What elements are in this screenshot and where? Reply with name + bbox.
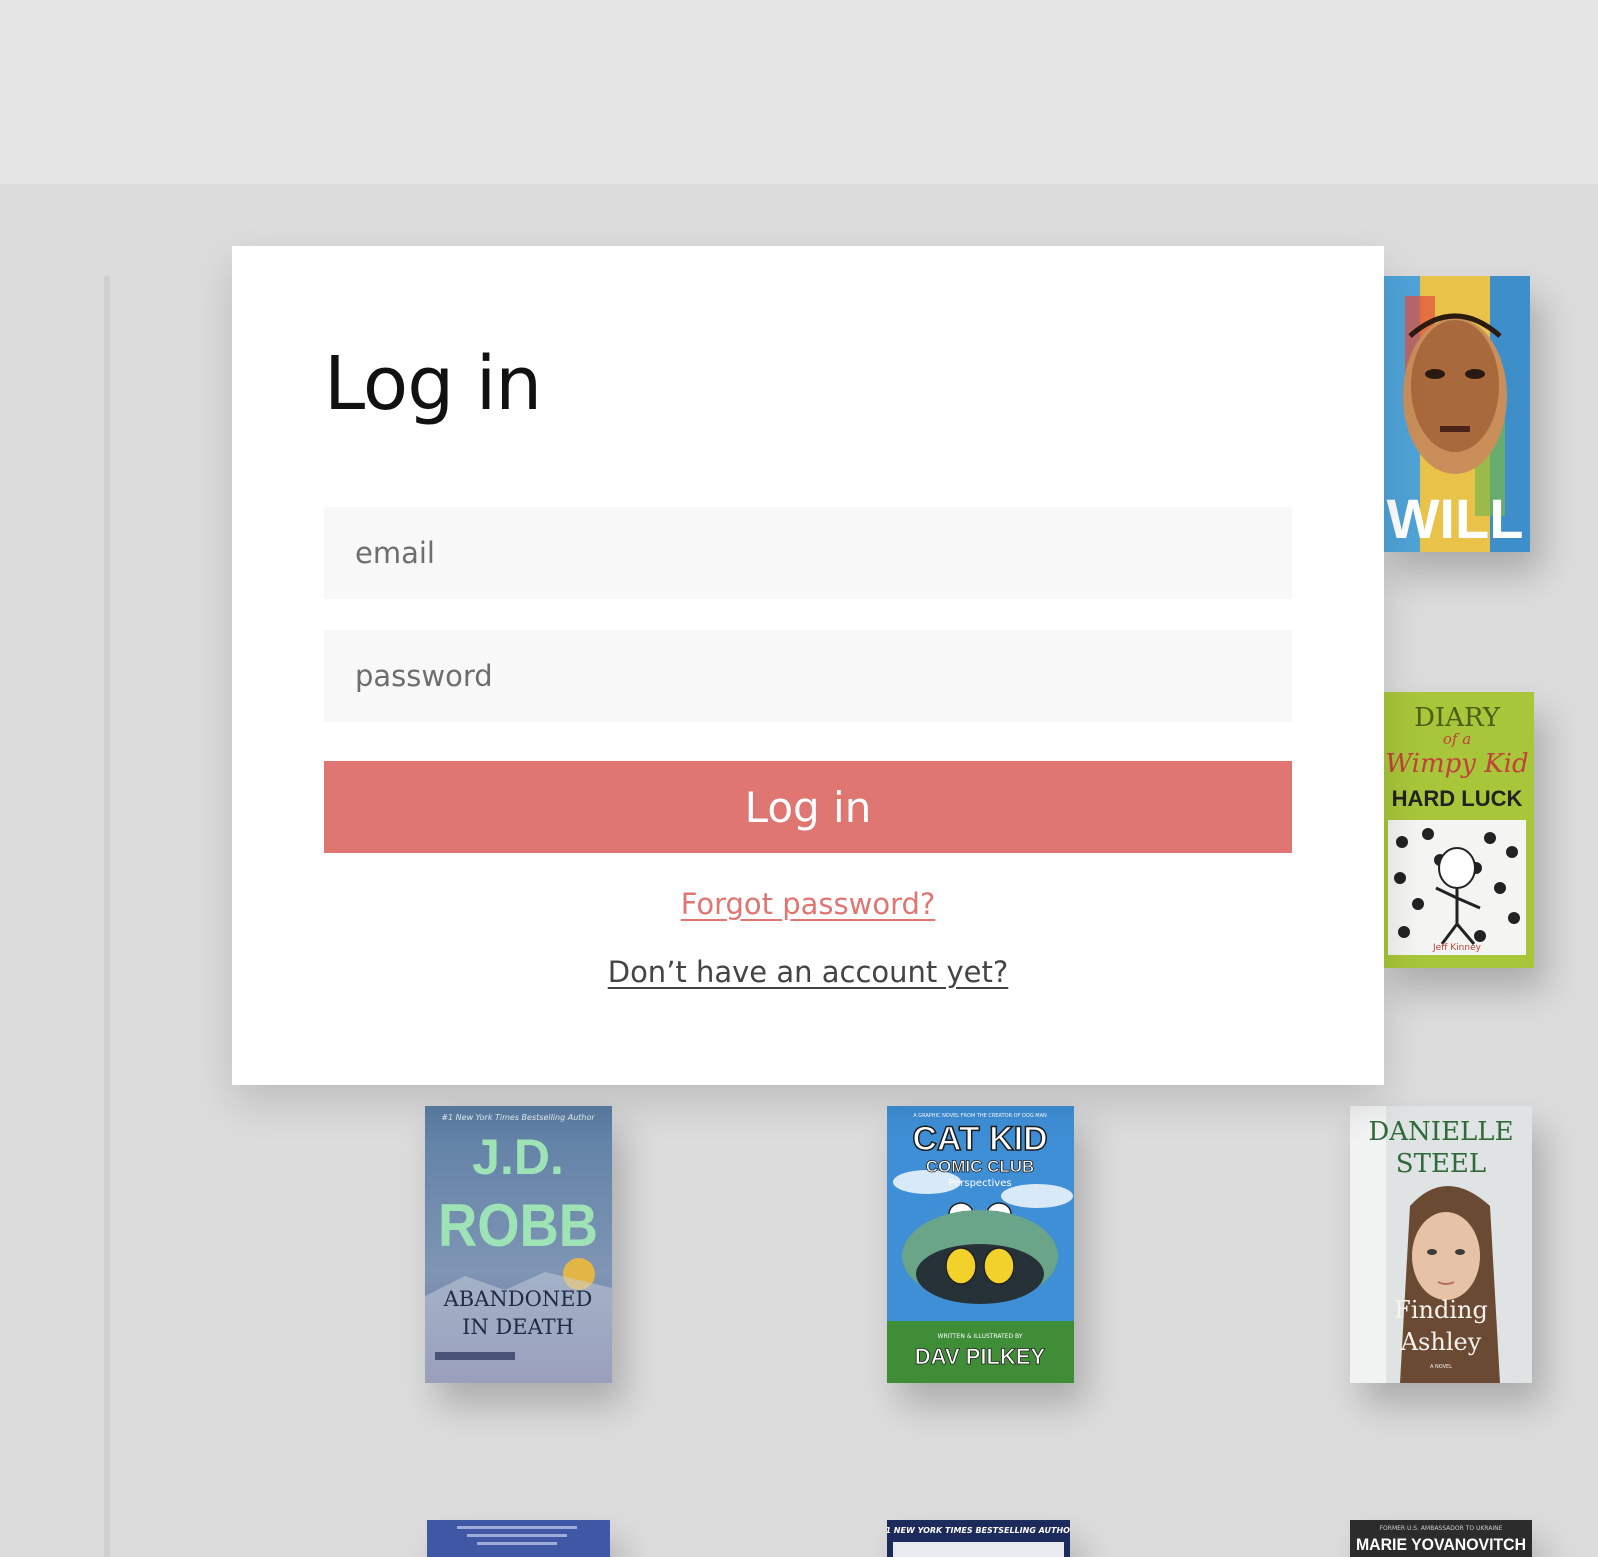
book-title-line2: COMIC CLUB bbox=[926, 1157, 1035, 1176]
book-banner: A GRAPHIC NOVEL FROM THE CREATOR OF DOG … bbox=[913, 1113, 1047, 1119]
book-subtitle: Perspectives bbox=[948, 1178, 1011, 1189]
book-cover-jd-robb[interactable]: #1 New York Times Bestselling Author J.D… bbox=[425, 1106, 612, 1383]
book-title-line2: of a bbox=[1443, 730, 1471, 748]
login-button[interactable]: Log in bbox=[324, 761, 1292, 853]
signup-link[interactable]: Don’t have an account yet? bbox=[232, 955, 1384, 989]
book-note: A NOVEL bbox=[1430, 1364, 1452, 1370]
sidebar-divider bbox=[104, 276, 110, 1557]
book-author: DAV PILKEY bbox=[915, 1344, 1046, 1369]
book-title-text: WILL bbox=[1387, 487, 1524, 550]
book-title-line2: Ashley bbox=[1400, 1328, 1482, 1356]
email-input[interactable] bbox=[324, 507, 1292, 599]
top-header-bar bbox=[0, 0, 1598, 184]
book-cover-cat-kid[interactable]: A GRAPHIC NOVEL FROM THE CREATOR OF DOG … bbox=[887, 1106, 1074, 1383]
book-author-line1: DANIELLE bbox=[1368, 1117, 1513, 1147]
forgot-password-link[interactable]: Forgot password? bbox=[232, 887, 1384, 921]
modal-title: Log in bbox=[324, 341, 542, 427]
book-title-line1: Finding bbox=[1394, 1296, 1488, 1324]
book-cover-bottom-left[interactable] bbox=[427, 1520, 610, 1557]
book-cover-wimpy-kid[interactable]: DIARY of a Wimpy Kid HARD LUCK Jeff Kinn… bbox=[1380, 692, 1534, 968]
book-banner: #1 NEW YORK TIMES BESTSELLING AUTHOR bbox=[887, 1526, 1070, 1535]
book-author: Jeff Kinney bbox=[1432, 943, 1482, 953]
book-cover-danielle-steel[interactable]: DANIELLE STEEL Finding Ashley A NOVEL bbox=[1350, 1106, 1532, 1383]
book-title-line2: IN DEATH bbox=[462, 1315, 574, 1339]
book-author: MARIE YOVANOVITCH bbox=[1356, 1535, 1526, 1554]
book-title-line1: ABANDONED bbox=[443, 1287, 593, 1311]
book-banner: FORMER U.S. AMBASSADOR TO UKRAINE bbox=[1380, 1525, 1503, 1532]
book-author-line2: ROBB bbox=[438, 1192, 598, 1259]
book-subtitle: HARD LUCK bbox=[1392, 786, 1523, 811]
password-input[interactable] bbox=[324, 630, 1292, 722]
login-modal: Log in Log in Forgot password? Don’t hav… bbox=[232, 246, 1384, 1085]
book-cover-bottom-middle[interactable]: #1 NEW YORK TIMES BESTSELLING AUTHOR bbox=[887, 1520, 1070, 1557]
book-cover-bottom-right[interactable]: FORMER U.S. AMBASSADOR TO UKRAINE MARIE … bbox=[1350, 1520, 1532, 1557]
book-title-line1: CAT KID bbox=[912, 1120, 1047, 1158]
book-banner: #1 New York Times Bestselling Author bbox=[441, 1113, 595, 1122]
book-title-line1: DIARY bbox=[1414, 703, 1501, 733]
book-title-line3: Wimpy Kid bbox=[1385, 749, 1528, 779]
book-cover-will[interactable]: WILL bbox=[1380, 276, 1530, 552]
book-author-line1: J.D. bbox=[472, 1129, 564, 1185]
book-credit: WRITTEN & ILLUSTRATED BY bbox=[938, 1333, 1023, 1340]
book-author-line2: STEEL bbox=[1396, 1149, 1486, 1179]
